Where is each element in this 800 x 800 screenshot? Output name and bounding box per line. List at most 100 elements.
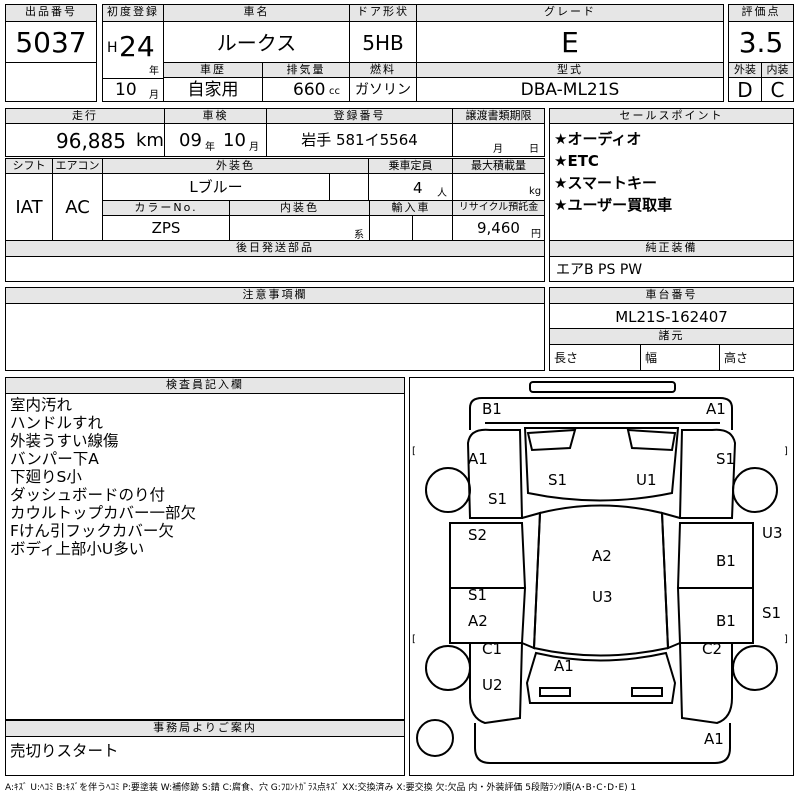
inspector-note: 外装うすい線傷	[10, 432, 119, 450]
reg-month-unit: 月	[149, 90, 159, 101]
inspector-note: 室内汚れ	[10, 396, 73, 414]
mark-a1-top: A1	[706, 400, 726, 418]
displacement-label: 排気量	[262, 62, 350, 78]
chassis: ML21S-162407	[549, 303, 794, 329]
sales-points-box: ★オーディオ ★ETC ★スマートキー ★ユーザー買取車	[549, 123, 794, 241]
mark-a1-bottom: A1	[704, 730, 724, 748]
recycle: 9,460	[477, 219, 520, 237]
inspector-note: ボディ上部小U多い	[10, 540, 145, 558]
transfer-box: 月 日	[452, 123, 545, 157]
import-label: 輸入車	[369, 200, 453, 216]
score: 3.5	[728, 21, 794, 63]
load-box: kg	[452, 173, 545, 201]
score-label: 評価点	[728, 4, 794, 22]
windshield-right-shape	[626, 428, 677, 452]
notes-label: 注意事項欄	[5, 287, 545, 304]
sales-point-item: ★ユーザー買取車	[554, 196, 673, 214]
sales-points-label: セールスポイント	[549, 108, 794, 124]
mark-s1-hood-left: S1	[548, 471, 567, 489]
bracket-mark: [	[412, 634, 416, 645]
mark-b1-top: B1	[482, 400, 502, 418]
lot-no-label: 出品番号	[5, 4, 97, 22]
mark-a2-roof: A2	[592, 547, 612, 565]
lot-no-blank	[5, 62, 97, 102]
genuine: エアB PS PW	[549, 256, 794, 282]
mark-c2-right: C2	[702, 640, 722, 658]
history-label: 車歴	[163, 62, 263, 78]
spare-wheel-shape	[416, 719, 454, 757]
shift-label: シフト	[5, 158, 53, 174]
car-name: ルークス	[163, 21, 350, 63]
later-parts-box	[5, 256, 545, 282]
office-label: 事務局よりご案内	[5, 720, 405, 737]
reg-no-label: 登録番号	[266, 108, 453, 124]
capacity-label: 乗車定員	[368, 158, 453, 174]
import-box-1	[369, 215, 413, 241]
legend: A:ｷｽﾞ U:ﾍｺﾐ B:ｷｽﾞを伴うﾍｺﾐ P:要塗装 W:補修跡 S:錆 …	[5, 783, 637, 793]
recycle-unit: 円	[531, 229, 541, 240]
recycle-box: 9,460 円	[452, 215, 545, 241]
rear-bumper-shape	[474, 723, 731, 764]
model: DBA-ML21S	[416, 77, 724, 102]
ac-label: エアコン	[52, 158, 103, 174]
front-panel-shape	[469, 397, 733, 430]
int-color-unit: 系	[354, 230, 364, 241]
ext-color: Lブルー	[102, 173, 330, 201]
damage-diagram: [ ] [ ] B1 A1 A1 S1 S1 U1 S1 U3 S2 A2 B1…	[409, 377, 794, 776]
height-label: 高さ	[719, 344, 794, 371]
inspector-note: ハンドルすれ	[10, 414, 104, 432]
insp-year: 09	[179, 130, 202, 151]
mark-u2-left: U2	[482, 676, 503, 694]
mark-b1-rear-door-right: B1	[716, 612, 736, 630]
mark-s1-rear-door-left: S1	[468, 586, 487, 604]
reg-month: 10	[115, 80, 137, 100]
capacity-box: 4 人	[368, 173, 453, 201]
insp-month: 10	[223, 130, 246, 151]
int-color-label: 内装色	[229, 200, 370, 216]
inspection-box: 09 年 10 月	[164, 123, 267, 157]
genuine-label: 純正装備	[549, 240, 794, 257]
import-box-2	[412, 215, 453, 241]
interior-label: 内装	[761, 62, 794, 78]
inspector-note: ダッシュボードのり付	[10, 486, 166, 504]
load-label: 最大積載量	[452, 158, 545, 174]
door: 5HB	[349, 21, 417, 63]
ac: AC	[52, 173, 103, 241]
sales-point-item: ★スマートキー	[554, 174, 657, 192]
inspector-box: 室内汚れ ハンドルすれ 外装うすい線傷 バンパー下A 下廻りS小 ダッシュボード…	[5, 393, 405, 720]
era-letter: H	[107, 40, 118, 56]
mileage: 96,885	[56, 129, 126, 153]
door-label: ドア形状	[349, 4, 417, 22]
rear-left-wheel-shape	[425, 645, 471, 691]
rear-lamp-right-shape	[631, 687, 663, 697]
mileage-label: 走行	[5, 108, 165, 124]
inspector-note: カウルトップカバー一部欠	[10, 504, 197, 522]
roof-shape	[532, 504, 670, 657]
lot-no: 5037	[5, 21, 97, 63]
bracket-mark: ]	[784, 446, 788, 457]
int-color-box: 系	[229, 215, 370, 241]
length-label: 長さ	[549, 344, 641, 371]
ext-color-blank	[329, 173, 369, 201]
reg-no: 岩手 581イ5564	[266, 123, 453, 157]
insp-year-unit: 年	[205, 142, 215, 153]
hood-shape	[523, 427, 680, 502]
notes-box	[5, 303, 545, 371]
insp-month-unit: 月	[249, 142, 259, 153]
later-parts-label: 後日発送部品	[5, 240, 545, 257]
car-name-label: 車名	[163, 4, 350, 22]
inspector-note: バンパー下A	[10, 450, 99, 468]
exterior-label: 外装	[728, 62, 762, 78]
mark-c1-left: C1	[482, 640, 502, 658]
mark-s1-far-right: S1	[762, 604, 781, 622]
front-left-wheel-shape	[425, 467, 471, 513]
transfer-day-unit: 日	[529, 144, 539, 155]
front-right-wheel-shape	[732, 467, 778, 513]
rear-lamp-left-shape	[539, 687, 571, 697]
mark-a1-trunk: A1	[554, 657, 574, 675]
left-front-door-shape	[449, 522, 527, 589]
reg-month-box: 10 月	[102, 78, 164, 102]
load-unit: kg	[529, 186, 542, 197]
first-reg-box: H 24 年	[102, 21, 164, 79]
transfer-label: 譲渡書類期限	[452, 108, 545, 124]
